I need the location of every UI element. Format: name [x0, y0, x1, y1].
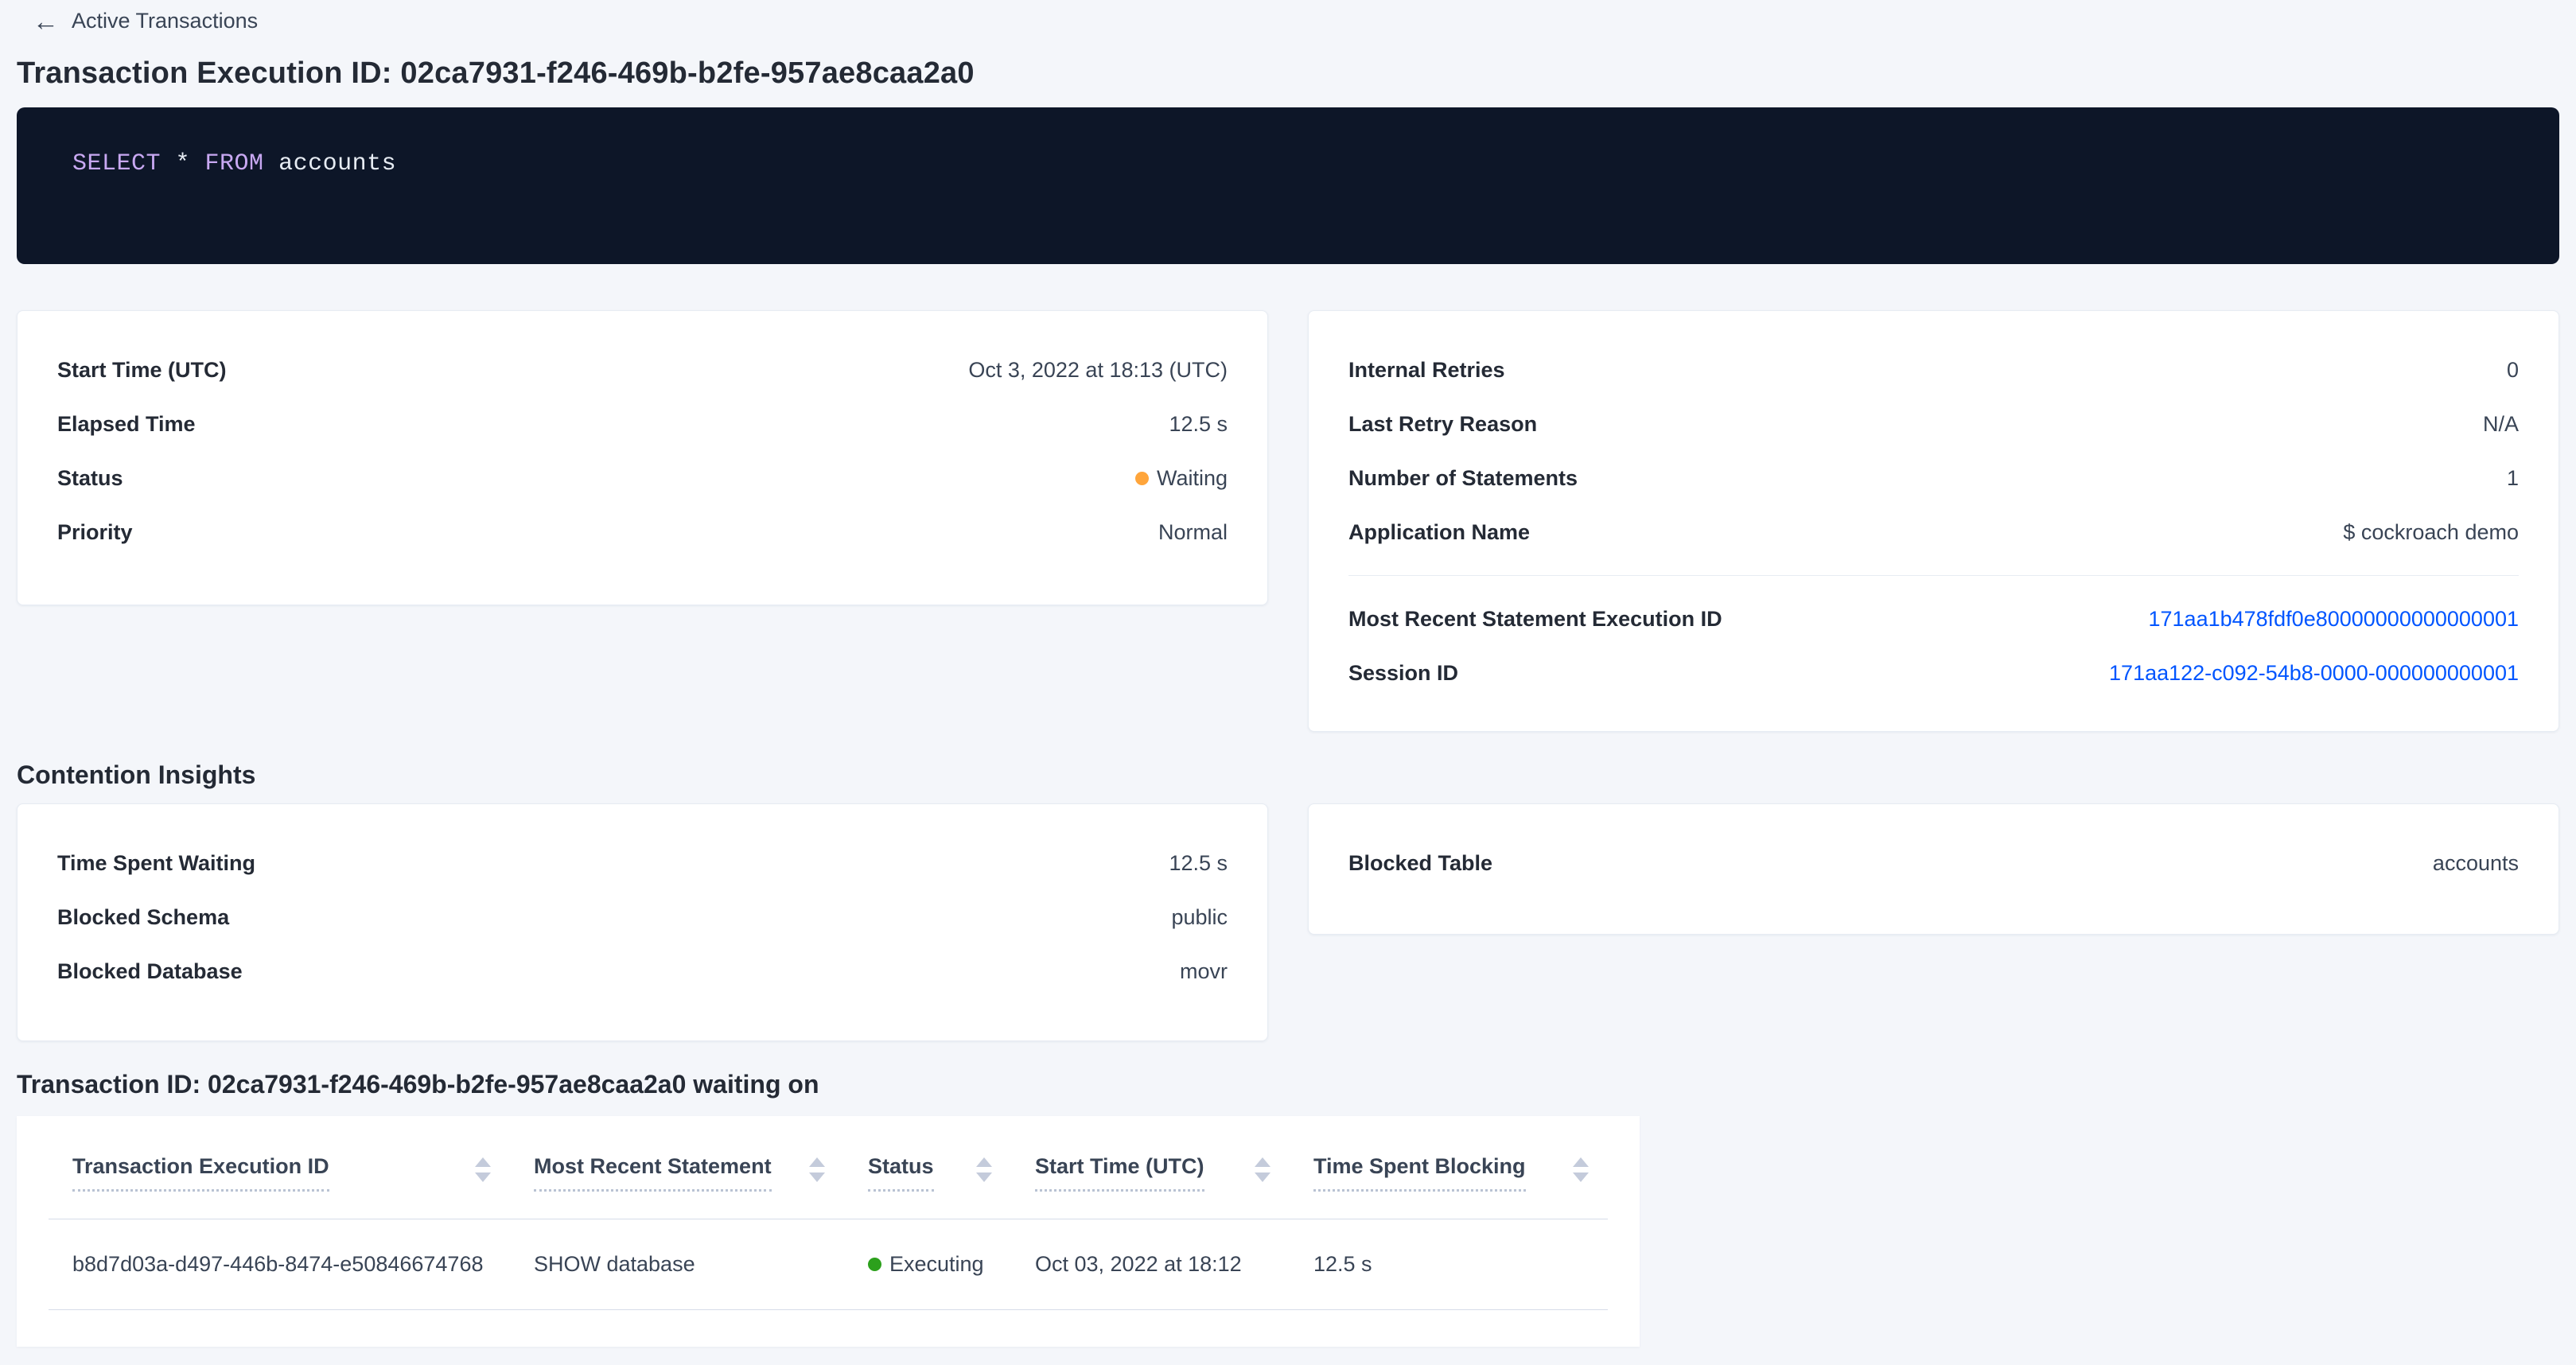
blocked-table-value: accounts [2433, 851, 2519, 876]
column-header-label: Most Recent Statement [534, 1153, 772, 1192]
contention-insights-heading: Contention Insights [17, 759, 2559, 791]
cell-transaction-execution-id: b8d7d03a-d497-446b-8474-e50846674768 [49, 1219, 510, 1310]
session-id-label: Session ID [1348, 661, 1458, 686]
waiting-on-table-card: Transaction Execution ID Most Recent Sta… [17, 1116, 1640, 1347]
row-internal-retries: Internal Retries 0 [1348, 343, 2519, 397]
table-header-row: Transaction Execution ID Most Recent Sta… [49, 1145, 1608, 1219]
cell-start-time: Oct 03, 2022 at 18:12 [1011, 1219, 1290, 1310]
row-blocked-database: Blocked Database movr [57, 944, 1228, 998]
column-header-start-time[interactable]: Start Time (UTC) [1011, 1145, 1290, 1219]
column-header-label: Start Time (UTC) [1035, 1153, 1204, 1192]
row-session-id: Session ID 171aa122-c092-54b8-0000-00000… [1348, 646, 2519, 700]
contention-cards-row: Time Spent Waiting 12.5 s Blocked Schema… [17, 803, 2559, 1041]
session-id-link[interactable]: 171aa122-c092-54b8-0000-000000000001 [2109, 661, 2519, 686]
overview-cards-row: Start Time (UTC) Oct 3, 2022 at 18:13 (U… [17, 310, 2559, 732]
row-status: Status Waiting [57, 451, 1228, 505]
most-recent-statement-execution-id-link[interactable]: 171aa1b478fdf0e80000000000000001 [2149, 607, 2520, 632]
row-elapsed-time: Elapsed Time 12.5 s [57, 397, 1228, 451]
active-transaction-details-page: ← Active Transactions Transaction Execut… [0, 0, 2576, 1365]
start-time-label: Start Time (UTC) [57, 358, 227, 383]
number-of-statements-label: Number of Statements [1348, 466, 1578, 491]
card-divider [1348, 575, 2519, 576]
contention-blocked-table-card: Blocked Table accounts [1308, 803, 2559, 935]
time-spent-waiting-label: Time Spent Waiting [57, 851, 255, 876]
table-row: b8d7d03a-d497-446b-8474-e50846674768 SHO… [49, 1219, 1608, 1310]
transaction-execution-card: Internal Retries 0 Last Retry Reason N/A… [1308, 310, 2559, 732]
row-start-time: Start Time (UTC) Oct 3, 2022 at 18:13 (U… [57, 343, 1228, 397]
column-header-time-spent-blocking[interactable]: Time Spent Blocking [1290, 1145, 1608, 1219]
back-arrow-icon: ← [33, 8, 59, 34]
internal-retries-label: Internal Retries [1348, 358, 1505, 383]
priority-label: Priority [57, 520, 133, 545]
blocked-table-label: Blocked Table [1348, 851, 1492, 876]
back-link-label: Active Transactions [72, 9, 258, 33]
status-label: Status [57, 466, 123, 491]
row-number-of-statements: Number of Statements 1 [1348, 451, 2519, 505]
sql-text: accounts [264, 150, 397, 177]
sql-text: * [161, 150, 205, 177]
cell-time-spent-blocking: 12.5 s [1290, 1219, 1608, 1310]
waiting-on-table: Transaction Execution ID Most Recent Sta… [49, 1145, 1608, 1310]
start-time-value: Oct 3, 2022 at 18:13 (UTC) [968, 358, 1228, 383]
sort-icon[interactable] [1573, 1157, 1589, 1182]
most-recent-statement-execution-id-label: Most Recent Statement Execution ID [1348, 607, 1722, 632]
blocked-database-label: Blocked Database [57, 959, 243, 984]
application-name-value: $ cockroach demo [2343, 520, 2519, 545]
sql-keyword: FROM [205, 150, 264, 177]
sql-keyword: SELECT [72, 150, 161, 177]
number-of-statements-value: 1 [2507, 466, 2519, 491]
cell-most-recent-statement: SHOW database [510, 1219, 844, 1310]
sort-icon[interactable] [809, 1157, 825, 1182]
priority-value: Normal [1158, 520, 1228, 545]
elapsed-time-value: 12.5 s [1169, 412, 1228, 437]
last-retry-reason-label: Last Retry Reason [1348, 412, 1537, 437]
status-waiting-dot-icon [1135, 472, 1149, 485]
application-name-label: Application Name [1348, 520, 1530, 545]
column-header-status[interactable]: Status [844, 1145, 1011, 1219]
column-header-label: Status [868, 1153, 934, 1192]
column-header-most-recent-statement[interactable]: Most Recent Statement [510, 1145, 844, 1219]
internal-retries-value: 0 [2507, 358, 2519, 383]
sort-icon[interactable] [1255, 1157, 1270, 1182]
page-title: Transaction Execution ID: 02ca7931-f246-… [17, 55, 2559, 91]
elapsed-time-label: Elapsed Time [57, 412, 196, 437]
back-link-active-transactions[interactable]: ← Active Transactions [33, 8, 258, 34]
row-most-recent-statement-execution-id: Most Recent Statement Execution ID 171aa… [1348, 592, 2519, 646]
contention-waiting-card: Time Spent Waiting 12.5 s Blocked Schema… [17, 803, 1268, 1041]
time-spent-waiting-value: 12.5 s [1169, 851, 1228, 876]
blocked-database-value: movr [1180, 959, 1228, 984]
blocked-schema-label: Blocked Schema [57, 905, 229, 930]
waiting-on-heading: Transaction ID: 02ca7931-f246-469b-b2fe-… [17, 1068, 2559, 1100]
cell-status: Executing [844, 1219, 1011, 1310]
last-retry-reason-value: N/A [2483, 412, 2519, 437]
status-text: Waiting [1157, 466, 1228, 491]
row-application-name: Application Name $ cockroach demo [1348, 505, 2519, 559]
status-executing-dot-icon [868, 1258, 881, 1271]
transaction-summary-card: Start Time (UTC) Oct 3, 2022 at 18:13 (U… [17, 310, 1268, 605]
status-value: Waiting [1135, 466, 1228, 491]
row-priority: Priority Normal [57, 505, 1228, 559]
column-header-label: Time Spent Blocking [1313, 1153, 1526, 1192]
sql-statement-box: SELECT * FROM accounts [17, 107, 2559, 264]
status-text: Executing [889, 1252, 984, 1277]
sort-icon[interactable] [976, 1157, 992, 1182]
row-blocked-schema: Blocked Schema public [57, 890, 1228, 944]
column-header-transaction-execution-id[interactable]: Transaction Execution ID [49, 1145, 510, 1219]
row-blocked-table: Blocked Table accounts [1348, 836, 2519, 890]
column-header-label: Transaction Execution ID [72, 1153, 329, 1192]
blocked-schema-value: public [1171, 905, 1228, 930]
row-last-retry-reason: Last Retry Reason N/A [1348, 397, 2519, 451]
sort-icon[interactable] [475, 1157, 491, 1182]
row-time-spent-waiting: Time Spent Waiting 12.5 s [57, 836, 1228, 890]
